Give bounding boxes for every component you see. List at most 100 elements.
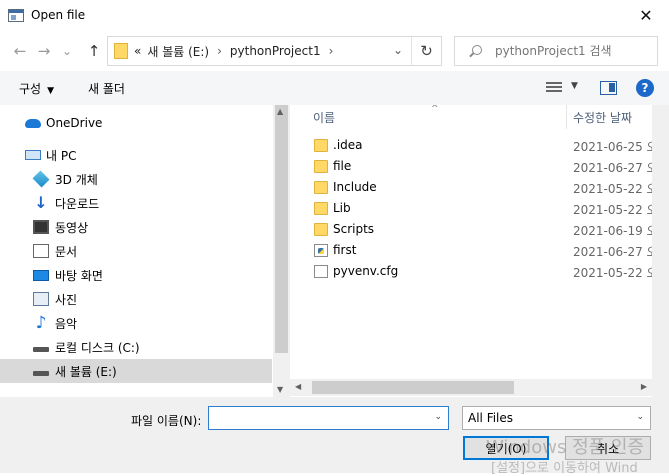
nav-item-label: 3D 개체: [55, 172, 98, 187]
file-date: 2021-05-22 오후: [573, 182, 652, 196]
search-icon: [469, 45, 482, 57]
nav-item-this-pc[interactable]: 내 PC: [0, 143, 272, 167]
help-icon[interactable]: ?: [636, 79, 654, 97]
file-type-value: All Files: [468, 411, 514, 425]
nav-item-documents[interactable]: 문서: [0, 239, 272, 263]
nav-item-label: 로컬 디스크 (C:): [55, 340, 140, 355]
file-row[interactable]: .idea 2021-06-25 오후: [290, 135, 652, 156]
filename-label: 파일 이름(N):: [131, 414, 202, 428]
up-arrow-icon[interactable]: ↑: [84, 41, 104, 61]
column-header-date-modified[interactable]: 수정한 날짜: [573, 109, 652, 133]
nav-item-3d-objects[interactable]: 3D 개체: [0, 167, 272, 191]
window-title: Open file: [31, 8, 86, 22]
file-type-select[interactable]: All Files ⌄: [462, 406, 651, 430]
nav-item-videos[interactable]: 동영상: [0, 215, 272, 239]
nav-item-desktop[interactable]: 바탕 화면: [0, 263, 272, 287]
search-input[interactable]: [495, 44, 655, 58]
file-icon: [314, 265, 328, 278]
file-name: Include: [333, 180, 377, 194]
column-header-name[interactable]: 이름: [313, 109, 566, 133]
address-bar[interactable]: « 새 볼륨 (E:) › pythonProject1 › ⌄ ↻: [107, 36, 442, 66]
column-divider[interactable]: [566, 105, 567, 129]
refresh-icon[interactable]: ↻: [411, 37, 441, 65]
file-name: Scripts: [333, 222, 375, 236]
nav-item-label: OneDrive: [46, 116, 103, 130]
nav-scrollbar[interactable]: ▲ ▼: [273, 105, 290, 397]
recent-locations-chevron-icon[interactable]: ⌄: [57, 41, 77, 61]
nav-item-label: 바탕 화면: [55, 268, 103, 283]
organize-button[interactable]: 구성 ▼: [19, 80, 54, 97]
folder-icon: [314, 223, 328, 236]
breadcrumb-folder[interactable]: pythonProject1: [230, 44, 321, 58]
nav-item-label: 사진: [55, 292, 78, 307]
folder-icon: [114, 43, 128, 59]
file-name: file: [333, 159, 352, 173]
search-box[interactable]: [454, 36, 658, 66]
breadcrumb-separator-icon[interactable]: ›: [217, 44, 222, 58]
open-button[interactable]: 열기(O): [463, 436, 549, 460]
file-name: first: [333, 243, 357, 257]
chevron-down-icon[interactable]: ⌄: [434, 412, 442, 422]
navigation-pane: OneDrive 내 PC 3D 개체 ↓ 다운로드 동영상 문서 바탕 화면 …: [0, 105, 290, 397]
drive-icon: [33, 347, 49, 352]
forward-arrow-icon[interactable]: →: [34, 41, 54, 61]
picture-icon: [33, 292, 49, 306]
organize-label: 구성: [19, 82, 42, 96]
music-icon: ♪: [35, 313, 47, 333]
file-row[interactable]: pyvenv.cfg 2021-05-22 오후: [290, 261, 652, 282]
back-arrow-icon[interactable]: ←: [10, 41, 30, 61]
file-row[interactable]: Scripts 2021-06-19 오후: [290, 219, 652, 240]
document-icon: [33, 244, 49, 258]
file-row[interactable]: first 2021-06-27 오후: [290, 240, 652, 261]
folder-icon: [314, 202, 328, 215]
new-folder-button[interactable]: 새 폴더: [88, 80, 125, 97]
close-icon[interactable]: ✕: [623, 0, 669, 31]
nav-item-label: 새 볼륨 (E:): [55, 364, 117, 379]
nav-item-volume-e[interactable]: 새 볼륨 (E:): [0, 359, 272, 383]
file-date: 2021-06-25 오후: [573, 140, 652, 154]
file-list-vertical-scrollbar[interactable]: [652, 105, 669, 397]
nav-item-downloads[interactable]: ↓ 다운로드: [0, 191, 272, 215]
scroll-right-icon[interactable]: ▶: [641, 382, 647, 391]
file-row[interactable]: Lib 2021-05-22 오후: [290, 198, 652, 219]
nav-item-pictures[interactable]: 사진: [0, 287, 272, 311]
download-icon: ↓: [34, 193, 48, 212]
command-bar: 구성 ▼ 새 폴더 ▼ ?: [0, 71, 669, 105]
breadcrumb-drive[interactable]: 새 볼륨 (E:): [147, 43, 209, 60]
file-date: 2021-05-22 오후: [573, 266, 652, 280]
folder-icon: [314, 181, 328, 194]
view-options-caret-icon[interactable]: ▼: [571, 81, 578, 91]
scroll-down-icon[interactable]: ▼: [277, 385, 283, 394]
python-file-icon: [314, 244, 328, 257]
folder-icon: [314, 160, 328, 173]
file-date: 2021-06-27 오후: [573, 245, 652, 259]
nav-item-music[interactable]: ♪ 음악: [0, 311, 272, 335]
title-bar: Open file ✕: [0, 0, 669, 31]
horizontal-scrollbar-thumb[interactable]: [312, 381, 514, 394]
breadcrumb-separator-icon[interactable]: ›: [329, 44, 334, 58]
cloud-icon: [25, 119, 41, 128]
file-row[interactable]: Include 2021-05-22 오후: [290, 177, 652, 198]
video-icon: [33, 220, 49, 234]
scroll-up-icon[interactable]: ▲: [277, 107, 283, 116]
file-date: 2021-05-22 오후: [573, 203, 652, 217]
file-list-horizontal-scrollbar[interactable]: ◀ ▶: [290, 379, 652, 396]
nav-scrollbar-thumb[interactable]: [275, 105, 288, 353]
file-name: pyvenv.cfg: [333, 264, 399, 278]
preview-pane-icon[interactable]: [600, 81, 617, 95]
view-options-icon[interactable]: [546, 82, 562, 94]
nav-item-onedrive[interactable]: OneDrive: [0, 111, 272, 135]
nav-item-local-disk-c[interactable]: 로컬 디스크 (C:): [0, 335, 272, 359]
cancel-button[interactable]: 취소: [565, 436, 651, 460]
breadcrumb-overflow[interactable]: «: [134, 44, 141, 58]
folder-icon: [314, 139, 328, 152]
filename-input[interactable]: ⌄: [208, 406, 449, 430]
file-date: 2021-06-27 오후: [573, 161, 652, 175]
dialog-footer: 파일 이름(N): ⌄ All Files ⌄ 열기(O) 취소 Windows…: [0, 397, 669, 476]
file-name: Lib: [333, 201, 351, 215]
scroll-left-icon[interactable]: ◀: [295, 382, 301, 391]
address-dropdown-icon[interactable]: ⌄: [393, 43, 403, 57]
file-row[interactable]: file 2021-06-27 오후: [290, 156, 652, 177]
chevron-down-icon: ⌄: [636, 412, 644, 422]
caret-down-icon: ▼: [47, 86, 55, 96]
